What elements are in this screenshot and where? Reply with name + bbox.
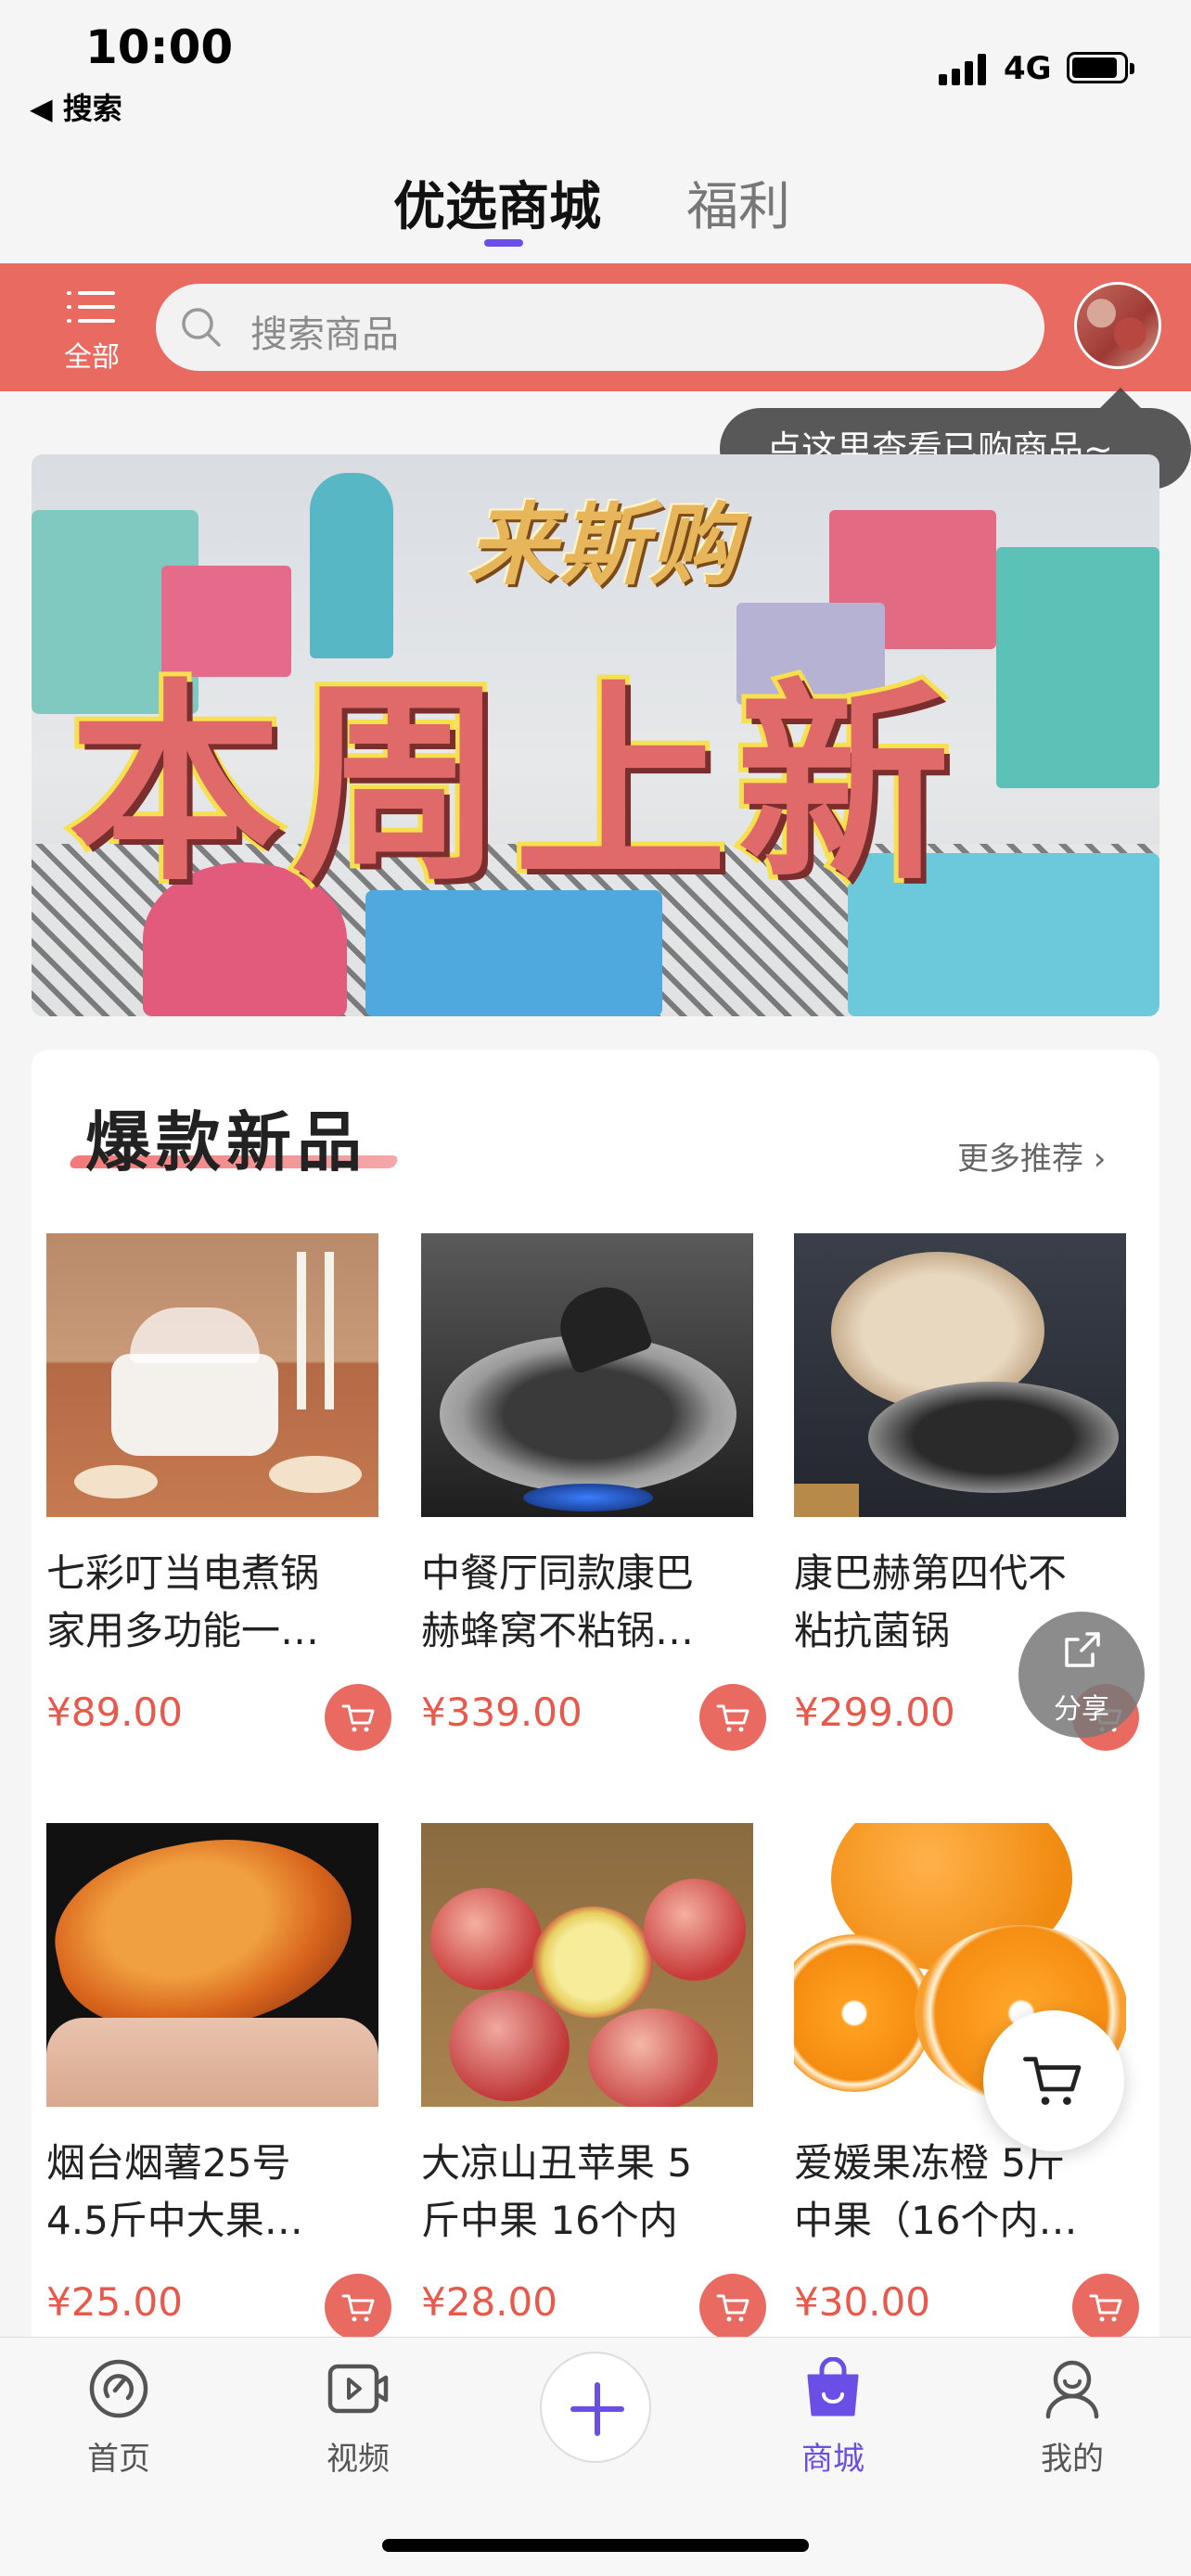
product-name-line: 中餐厅同款康巴 <box>421 1550 695 1596</box>
more-recommendations-link[interactable]: 更多推荐 › <box>957 1133 1106 1179</box>
product-card[interactable]: 大凉山丑苹果 5 斤中果 16个内 ¥28.00 <box>421 1823 766 2379</box>
product-name: 烟台烟薯25号 4.5斤中大果… <box>46 2135 380 2250</box>
share-label: 分享 <box>1054 1693 1109 1726</box>
cart-icon <box>716 2294 749 2322</box>
banner-title: 本周上新 <box>64 657 960 914</box>
nav-video[interactable]: 视频 <box>293 2357 423 2487</box>
profile-icon <box>1045 2360 1099 2419</box>
tab-featured-mall[interactable]: 优选商城 <box>393 165 601 240</box>
active-tab-indicator <box>484 239 523 247</box>
banner-brand-logo: 来斯购 <box>467 493 740 597</box>
shopping-bag-icon <box>807 2357 859 2417</box>
purchased-goods-avatar[interactable] <box>1074 282 1161 369</box>
product-card[interactable]: 七彩叮当电煮锅 家用多功能一… ¥89.00 <box>46 1233 391 1790</box>
product-price: ¥28.00 <box>421 2279 557 2325</box>
home-icon <box>89 2359 148 2418</box>
search-icon <box>182 308 221 347</box>
product-name: 七彩叮当电煮锅 家用多功能一… <box>46 1545 380 1660</box>
create-post-button[interactable] <box>540 2352 651 2463</box>
product-price: ¥89.00 <box>46 1690 183 1735</box>
product-name-line: 大凉山丑苹果 5 <box>421 2140 693 2186</box>
add-to-cart-button[interactable] <box>325 1684 391 1751</box>
tab-welfare[interactable]: 福利 <box>686 165 790 240</box>
status-bar: 10:00 ◀ 搜索 4G <box>0 0 1191 139</box>
back-to-search-link[interactable]: ◀ 搜索 <box>30 85 122 128</box>
all-categories-button[interactable]: 全部 <box>58 287 126 374</box>
product-name-line: 4.5斤中大果… <box>46 2198 303 2243</box>
network-type: 4G <box>1004 50 1052 87</box>
product-name-line: 康巴赫第四代不 <box>794 1550 1068 1596</box>
video-icon <box>327 2364 389 2414</box>
product-name-line: 中果（16个内… <box>794 2198 1078 2243</box>
search-input[interactable]: 搜索商品 <box>156 284 1044 371</box>
nav-mall-label: 商城 <box>801 2441 864 2478</box>
product-card[interactable]: 中餐厅同款康巴 赫蜂窝不粘锅… ¥339.00 <box>421 1233 766 1790</box>
add-to-cart-button[interactable] <box>1072 2274 1139 2340</box>
product-image-sweet-potato[interactable] <box>46 1823 378 2107</box>
share-button[interactable]: 分享 <box>1018 1612 1145 1738</box>
nav-profile[interactable]: 我的 <box>1007 2357 1137 2487</box>
product-card[interactable]: 烟台烟薯25号 4.5斤中大果… ¥25.00 <box>46 1823 391 2379</box>
tooltip-arrow <box>1100 388 1141 408</box>
cart-icon <box>341 2294 375 2322</box>
app-screen: 10:00 ◀ 搜索 4G 优选商城 福利 全部 搜索商品 点这里查看已购商品~ <box>0 0 1191 2576</box>
nav-profile-label: 我的 <box>1041 2441 1104 2478</box>
product-name: 大凉山丑苹果 5 斤中果 16个内 <box>421 2135 755 2250</box>
cart-icon <box>1023 2057 1082 2105</box>
all-categories-label: 全部 <box>64 341 120 374</box>
product-name-line: 烟台烟薯25号 <box>46 2140 291 2186</box>
product-image-antibacterial-wok[interactable] <box>794 1233 1126 1517</box>
product-price: ¥30.00 <box>794 2279 930 2325</box>
product-name: 中餐厅同款康巴 赫蜂窝不粘锅… <box>421 1545 755 1660</box>
cellular-signal-icon <box>939 52 986 85</box>
menu-list-icon <box>67 289 115 326</box>
floating-cart-button[interactable] <box>983 2010 1124 2151</box>
product-image-electric-pot[interactable] <box>46 1233 378 1517</box>
product-name-line: 家用多功能一… <box>46 1608 320 1653</box>
nav-mall[interactable]: 商城 <box>768 2357 898 2487</box>
banner-decor-block <box>996 547 1159 788</box>
add-to-cart-button[interactable] <box>325 2274 391 2340</box>
nav-video-label: 视频 <box>327 2441 390 2478</box>
share-icon <box>1065 1632 1100 1667</box>
cart-icon <box>1089 2294 1122 2322</box>
add-to-cart-button[interactable] <box>699 1684 766 1751</box>
nav-home-label: 首页 <box>87 2441 150 2478</box>
cart-icon <box>716 1704 749 1732</box>
battery-icon <box>1067 52 1134 83</box>
product-image-apple-basket[interactable] <box>421 1823 753 2107</box>
search-placeholder: 搜索商品 <box>250 313 399 356</box>
product-price: ¥339.00 <box>421 1690 583 1735</box>
cart-icon <box>341 1704 375 1732</box>
home-indicator[interactable] <box>382 2539 809 2552</box>
product-name-line: 赫蜂窝不粘锅… <box>421 1608 695 1653</box>
status-time: 10:00 <box>85 20 234 74</box>
product-image-honeycomb-wok[interactable] <box>421 1233 753 1517</box>
product-name: 爱媛果冻橙 5斤 中果（16个内… <box>794 2135 1128 2250</box>
product-name-line: 斤中果 16个内 <box>421 2198 678 2243</box>
weekly-new-banner[interactable]: 来斯购 本周上新 <box>32 454 1159 1016</box>
product-price: ¥299.00 <box>794 1690 955 1735</box>
add-to-cart-button[interactable] <box>699 2274 766 2340</box>
product-name-line: 七彩叮当电煮锅 <box>46 1550 320 1596</box>
section-title: 爆款新品 <box>85 1104 367 1180</box>
nav-home[interactable]: 首页 <box>54 2357 184 2487</box>
plus-icon <box>570 2382 624 2436</box>
product-price: ¥25.00 <box>46 2279 183 2325</box>
